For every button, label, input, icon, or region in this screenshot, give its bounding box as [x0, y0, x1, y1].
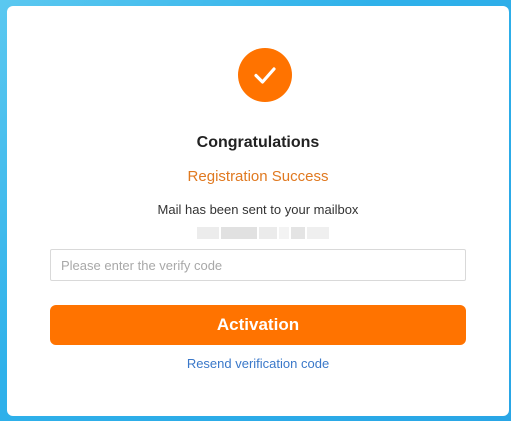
masked-email-segment [221, 227, 257, 239]
success-check-badge [238, 48, 292, 102]
verify-code-input[interactable] [50, 249, 466, 281]
masked-email-segment [259, 227, 277, 239]
masked-email-address [197, 227, 329, 239]
activation-button[interactable]: Activation [50, 305, 466, 345]
registration-success-card: Congratulations Registration Success Mai… [7, 6, 509, 416]
masked-email-segment [279, 227, 289, 239]
masked-email-segment [307, 227, 329, 239]
registration-status: Registration Success [187, 168, 329, 185]
checkmark-icon [254, 67, 276, 84]
masked-email-segment [197, 227, 219, 239]
resend-verification-link[interactable]: Resend verification code [7, 356, 509, 371]
page-title: Congratulations [196, 134, 320, 151]
mail-sent-notice: Mail has been sent to your mailbox [157, 202, 359, 217]
masked-email-segment [291, 227, 305, 239]
